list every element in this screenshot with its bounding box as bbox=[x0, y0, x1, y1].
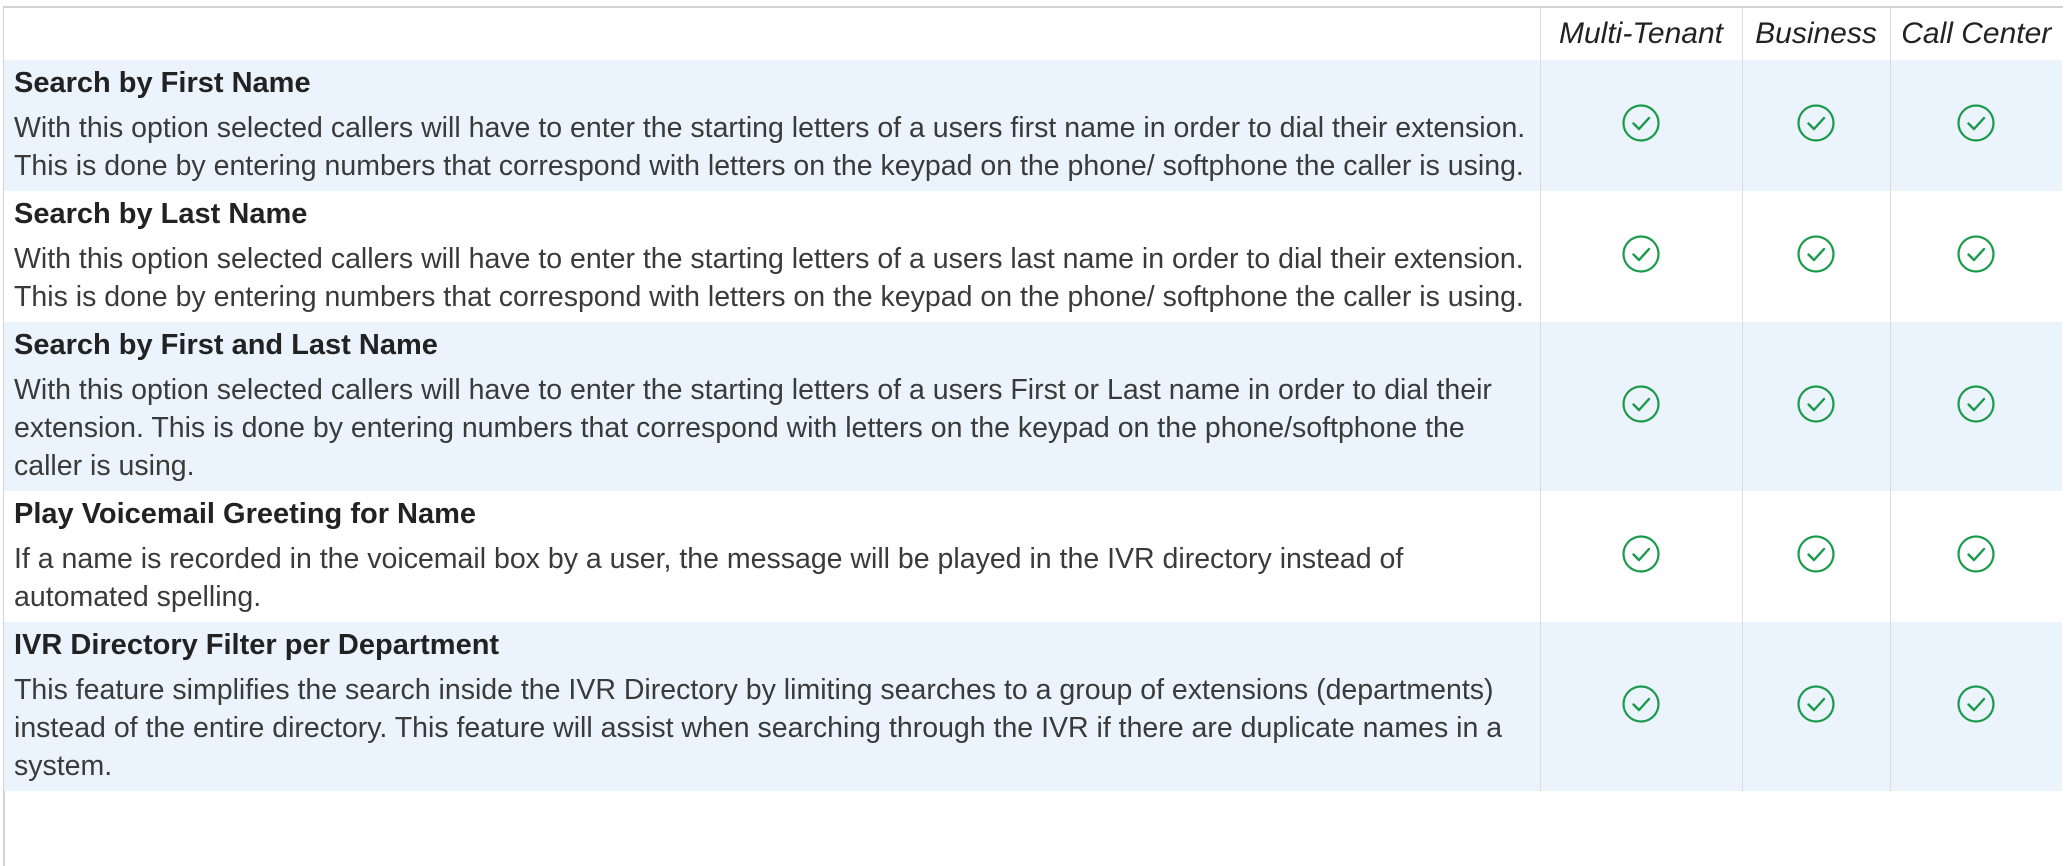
business-cell bbox=[1741, 622, 1890, 791]
check-icon bbox=[1956, 384, 1996, 424]
check-icon bbox=[1621, 103, 1661, 143]
multi-tenant-cell bbox=[1539, 191, 1742, 322]
feature-cell: Search by First and Last Name With this … bbox=[4, 322, 1540, 491]
feature-cell: Play Voicemail Greeting for Name If a na… bbox=[4, 491, 1540, 622]
table-row: Search by First and Last Name With this … bbox=[4, 322, 2062, 491]
table-row: Search by Last Name With this option sel… bbox=[4, 191, 2062, 322]
check-icon bbox=[1956, 684, 1996, 724]
call-center-cell bbox=[1889, 491, 2062, 622]
feature-description: With this option selected callers will h… bbox=[14, 374, 1492, 482]
table-row: Play Voicemail Greeting for Name If a na… bbox=[4, 491, 2062, 622]
check-icon bbox=[1796, 384, 1836, 424]
feature-cell: IVR Directory Filter per Department This… bbox=[4, 622, 1540, 791]
feature-title: Search by First and Last Name bbox=[14, 329, 438, 361]
feature-description: If a name is recorded in the voicemail b… bbox=[14, 543, 1404, 613]
business-cell bbox=[1741, 322, 1890, 491]
check-icon bbox=[1956, 103, 1996, 143]
call-center-cell bbox=[1889, 322, 2062, 491]
call-center-cell bbox=[1889, 191, 2062, 322]
check-icon bbox=[1621, 234, 1661, 274]
check-icon bbox=[1796, 103, 1836, 143]
table-row: IVR Directory Filter per Department This… bbox=[4, 622, 2062, 791]
column-header-business: Business bbox=[1741, 8, 1890, 60]
call-center-cell bbox=[1889, 60, 2062, 191]
multi-tenant-cell bbox=[1539, 60, 1742, 191]
call-center-cell bbox=[1889, 622, 2062, 791]
check-icon bbox=[1621, 684, 1661, 724]
business-cell bbox=[1741, 491, 1890, 622]
feature-description: This feature simplifies the search insid… bbox=[14, 674, 1503, 782]
feature-description: With this option selected callers will h… bbox=[14, 243, 1524, 313]
check-icon bbox=[1796, 534, 1836, 574]
check-icon bbox=[1621, 534, 1661, 574]
feature-cell: Search by First Name With this option se… bbox=[4, 60, 1540, 191]
multi-tenant-cell bbox=[1539, 491, 1742, 622]
multi-tenant-cell bbox=[1539, 322, 1742, 491]
check-icon bbox=[1956, 534, 1996, 574]
column-header-call-center: Call Center bbox=[1889, 8, 2062, 60]
feature-cell: Search by Last Name With this option sel… bbox=[4, 191, 1540, 322]
check-icon bbox=[1796, 684, 1836, 724]
feature-column-header bbox=[4, 8, 1540, 60]
feature-comparison-table: Multi-Tenant Business Call Center Search… bbox=[4, 8, 2062, 791]
feature-title: Play Voicemail Greeting for Name bbox=[14, 498, 477, 530]
table-header-row: Multi-Tenant Business Call Center bbox=[4, 8, 2062, 60]
business-cell bbox=[1741, 60, 1890, 191]
check-icon bbox=[1956, 234, 1996, 274]
column-header-multi-tenant: Multi-Tenant bbox=[1539, 8, 1742, 60]
multi-tenant-cell bbox=[1539, 622, 1742, 791]
feature-title: Search by First Name bbox=[14, 67, 311, 99]
check-icon bbox=[1621, 384, 1661, 424]
feature-title: IVR Directory Filter per Department bbox=[14, 629, 500, 661]
feature-title: Search by Last Name bbox=[14, 198, 308, 230]
business-cell bbox=[1741, 191, 1890, 322]
feature-description: With this option selected callers will h… bbox=[14, 112, 1526, 182]
check-icon bbox=[1796, 234, 1836, 274]
table-row: Search by First Name With this option se… bbox=[4, 60, 2062, 191]
